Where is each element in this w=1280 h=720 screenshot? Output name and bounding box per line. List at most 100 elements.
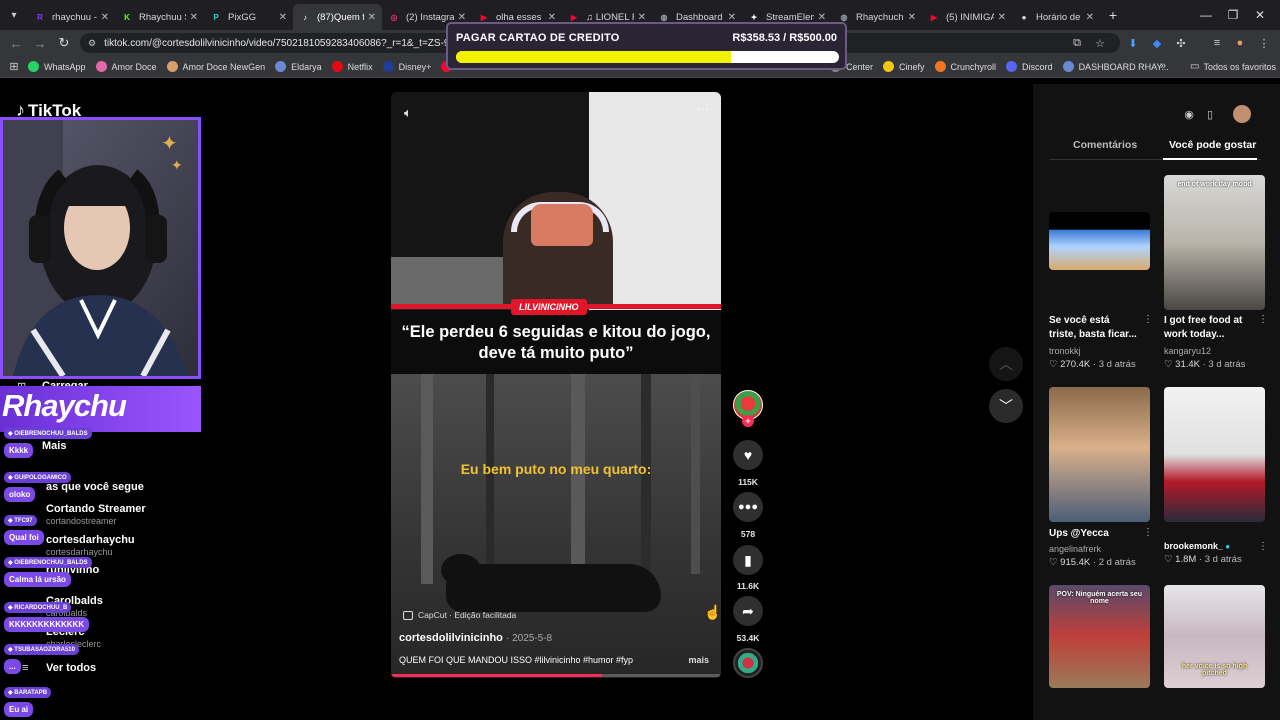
- recommendation-thumbnail[interactable]: [1049, 212, 1150, 270]
- tab-favicon-icon: ▶: [930, 12, 938, 22]
- bookmark-item[interactable]: Netflix: [331, 61, 373, 72]
- browser-tab[interactable]: K Rhaychuu S ✕: [115, 4, 204, 30]
- bookmark-item[interactable]: Eldarya: [275, 61, 322, 72]
- recommendation-thumbnail[interactable]: [1049, 387, 1150, 522]
- tab-favicon-icon: ●: [1021, 12, 1027, 22]
- share-button[interactable]: ➦: [733, 596, 763, 626]
- apps-grid-icon[interactable]: ⊞: [0, 60, 28, 73]
- video-author[interactable]: cortesdolilvinicinho · 2025-5-8: [399, 632, 552, 644]
- recommendation-options-icon[interactable]: ⋮: [1258, 541, 1268, 552]
- following-account-name[interactable]: cortesdarhaychu: [46, 534, 135, 546]
- chat-username: ◆ TFC97: [4, 515, 37, 526]
- close-tab-icon[interactable]: ✕: [279, 12, 287, 23]
- bookmarks-overflow-icon[interactable]: »: [1160, 60, 1166, 72]
- all-favorites-folder[interactable]: ▭ Todos os favoritos: [1190, 61, 1276, 72]
- profile-avatar-icon[interactable]: ●: [1229, 31, 1251, 55]
- bookmark-item[interactable]: Crunchyroll: [934, 61, 996, 72]
- recommendation-thumbnail[interactable]: her voice is so high pitched: [1164, 585, 1265, 688]
- device-icon[interactable]: ▯: [1201, 105, 1219, 123]
- tab-title: Rhaychuu S: [139, 11, 186, 23]
- previous-video-button[interactable]: ︿: [989, 347, 1023, 381]
- bookmark-item[interactable]: Amor Doce: [95, 61, 157, 72]
- reload-icon[interactable]: ↻: [52, 31, 76, 55]
- back-icon[interactable]: ←: [4, 31, 28, 55]
- extension-icon[interactable]: ◆: [1146, 31, 1168, 55]
- save-button[interactable]: ▮: [733, 545, 763, 575]
- following-account-name[interactable]: Cortando Streamer: [46, 503, 146, 515]
- recommendation-title[interactable]: Ups @Yecca: [1049, 527, 1137, 541]
- bookmark-item[interactable]: DASHBOARD RHAY...: [1062, 61, 1169, 72]
- browser-tab[interactable]: ● Horário de ✕: [1012, 4, 1100, 30]
- more-label[interactable]: Mais: [42, 440, 66, 452]
- close-tab-icon[interactable]: ✕: [190, 12, 198, 23]
- browser-tab[interactable]: Rrhaychuu - ✕: [28, 4, 115, 30]
- recommendation-options-icon[interactable]: ⋮: [1143, 314, 1153, 325]
- close-tab-icon[interactable]: ✕: [101, 12, 109, 23]
- follow-plus-icon[interactable]: +: [742, 415, 754, 427]
- music-disc-icon[interactable]: [733, 648, 763, 678]
- next-video-button[interactable]: ﹀: [989, 389, 1023, 423]
- video-more-options-icon[interactable]: ⋯: [697, 102, 709, 116]
- video-progress-bar[interactable]: [391, 674, 721, 677]
- extensions-puzzle-icon[interactable]: ✣: [1170, 31, 1192, 55]
- recommendation-options-icon[interactable]: ⋮: [1258, 314, 1268, 325]
- recommendation-thumbnail[interactable]: [1164, 387, 1265, 522]
- share-count: 53.4K: [736, 633, 760, 643]
- video-player[interactable]: LILVINICINHO “Ele perdeu 6 seguidas e ki…: [391, 92, 721, 678]
- user-avatar-icon[interactable]: [1233, 105, 1251, 123]
- bookmark-item[interactable]: Discord: [1006, 61, 1053, 72]
- description-more-link[interactable]: mais: [688, 655, 709, 665]
- close-tab-icon[interactable]: ✕: [1086, 12, 1094, 23]
- bookmark-favicon-icon: [382, 61, 394, 72]
- bookmark-item[interactable]: Disney+: [382, 61, 432, 72]
- bookmark-item[interactable]: Cinefy: [883, 61, 925, 72]
- volume-icon[interactable]: 🔈︎: [404, 105, 412, 121]
- bookmark-favicon-icon: [28, 61, 39, 72]
- browser-menu-icon[interactable]: ⋮: [1253, 31, 1275, 55]
- site-info-icon[interactable]: ⚙: [88, 38, 96, 49]
- browser-tab[interactable]: ♪ (87)Quem f ✕: [293, 4, 382, 30]
- recommendation-thumbnail[interactable]: end of work day mood: [1164, 175, 1265, 310]
- bookmark-item[interactable]: Amor Doce NewGen: [166, 61, 265, 72]
- tab-suggestions[interactable]: Você pode gostar: [1169, 139, 1256, 151]
- new-tab-button[interactable]: +: [1100, 7, 1126, 23]
- chat-username: ◆ OIEBRENOCHUU_BALDS: [4, 557, 92, 568]
- close-tab-icon[interactable]: ✕: [368, 12, 376, 23]
- recommendation-author[interactable]: brookemonk_ ●: [1164, 541, 1230, 551]
- browser-tab[interactable]: ▶ (5) INIMIGA ✕: [922, 4, 1012, 30]
- tab-search-dropdown[interactable]: ▾: [0, 0, 28, 30]
- close-tab-icon[interactable]: ✕: [458, 12, 466, 23]
- compass-icon[interactable]: ◉: [1180, 105, 1198, 123]
- close-tab-icon[interactable]: ✕: [548, 12, 556, 23]
- bookmark-star-icon[interactable]: ☆: [1089, 31, 1111, 55]
- recommendation-author[interactable]: kangaryu12: [1164, 346, 1211, 356]
- close-window-icon[interactable]: ✕: [1240, 0, 1280, 30]
- close-tab-icon[interactable]: ✕: [908, 12, 916, 23]
- author-name[interactable]: cortesdolilvinicinho: [399, 632, 503, 644]
- bookmark-item[interactable]: WhatsApp: [28, 61, 86, 72]
- tab-comments[interactable]: Comentários: [1073, 139, 1137, 151]
- recommendation-title[interactable]: Se você está triste, basta ficar...: [1049, 314, 1137, 342]
- forward-icon[interactable]: →: [28, 31, 52, 55]
- capcut-badge[interactable]: CapCut · Edição facilitada: [403, 610, 516, 620]
- bookmark-label: Disney+: [398, 61, 432, 72]
- download-icon[interactable]: ⬇: [1122, 31, 1144, 55]
- cast-icon[interactable]: ⧉: [1066, 31, 1088, 55]
- recommendation-thumbnail[interactable]: POV: Ninguém acerta seu nome: [1049, 585, 1150, 688]
- close-tab-icon[interactable]: ✕: [728, 12, 736, 23]
- active-tab-indicator: [1163, 158, 1257, 160]
- recommendation-author[interactable]: tronokkj: [1049, 346, 1081, 356]
- recommendation-options-icon[interactable]: ⋮: [1143, 527, 1153, 538]
- like-button[interactable]: ♥: [733, 440, 763, 470]
- recommendation-author[interactable]: angelinafrerk: [1049, 544, 1101, 554]
- browser-tab[interactable]: P PixGG ✕: [204, 4, 293, 30]
- close-tab-icon[interactable]: ✕: [998, 12, 1006, 23]
- comment-button[interactable]: ●●●: [733, 492, 763, 522]
- recommendation-title[interactable]: I got free food at work today...: [1164, 314, 1252, 342]
- media-controls-icon[interactable]: ≡: [1206, 31, 1228, 55]
- chat-username: ◆ GUIPOLOGAMICO: [4, 472, 71, 483]
- close-tab-icon[interactable]: ✕: [638, 12, 646, 23]
- close-tab-icon[interactable]: ✕: [818, 12, 826, 23]
- goal-amount: R$358.53 / R$500.00: [732, 32, 837, 44]
- see-all-link[interactable]: Ver todos: [46, 662, 96, 674]
